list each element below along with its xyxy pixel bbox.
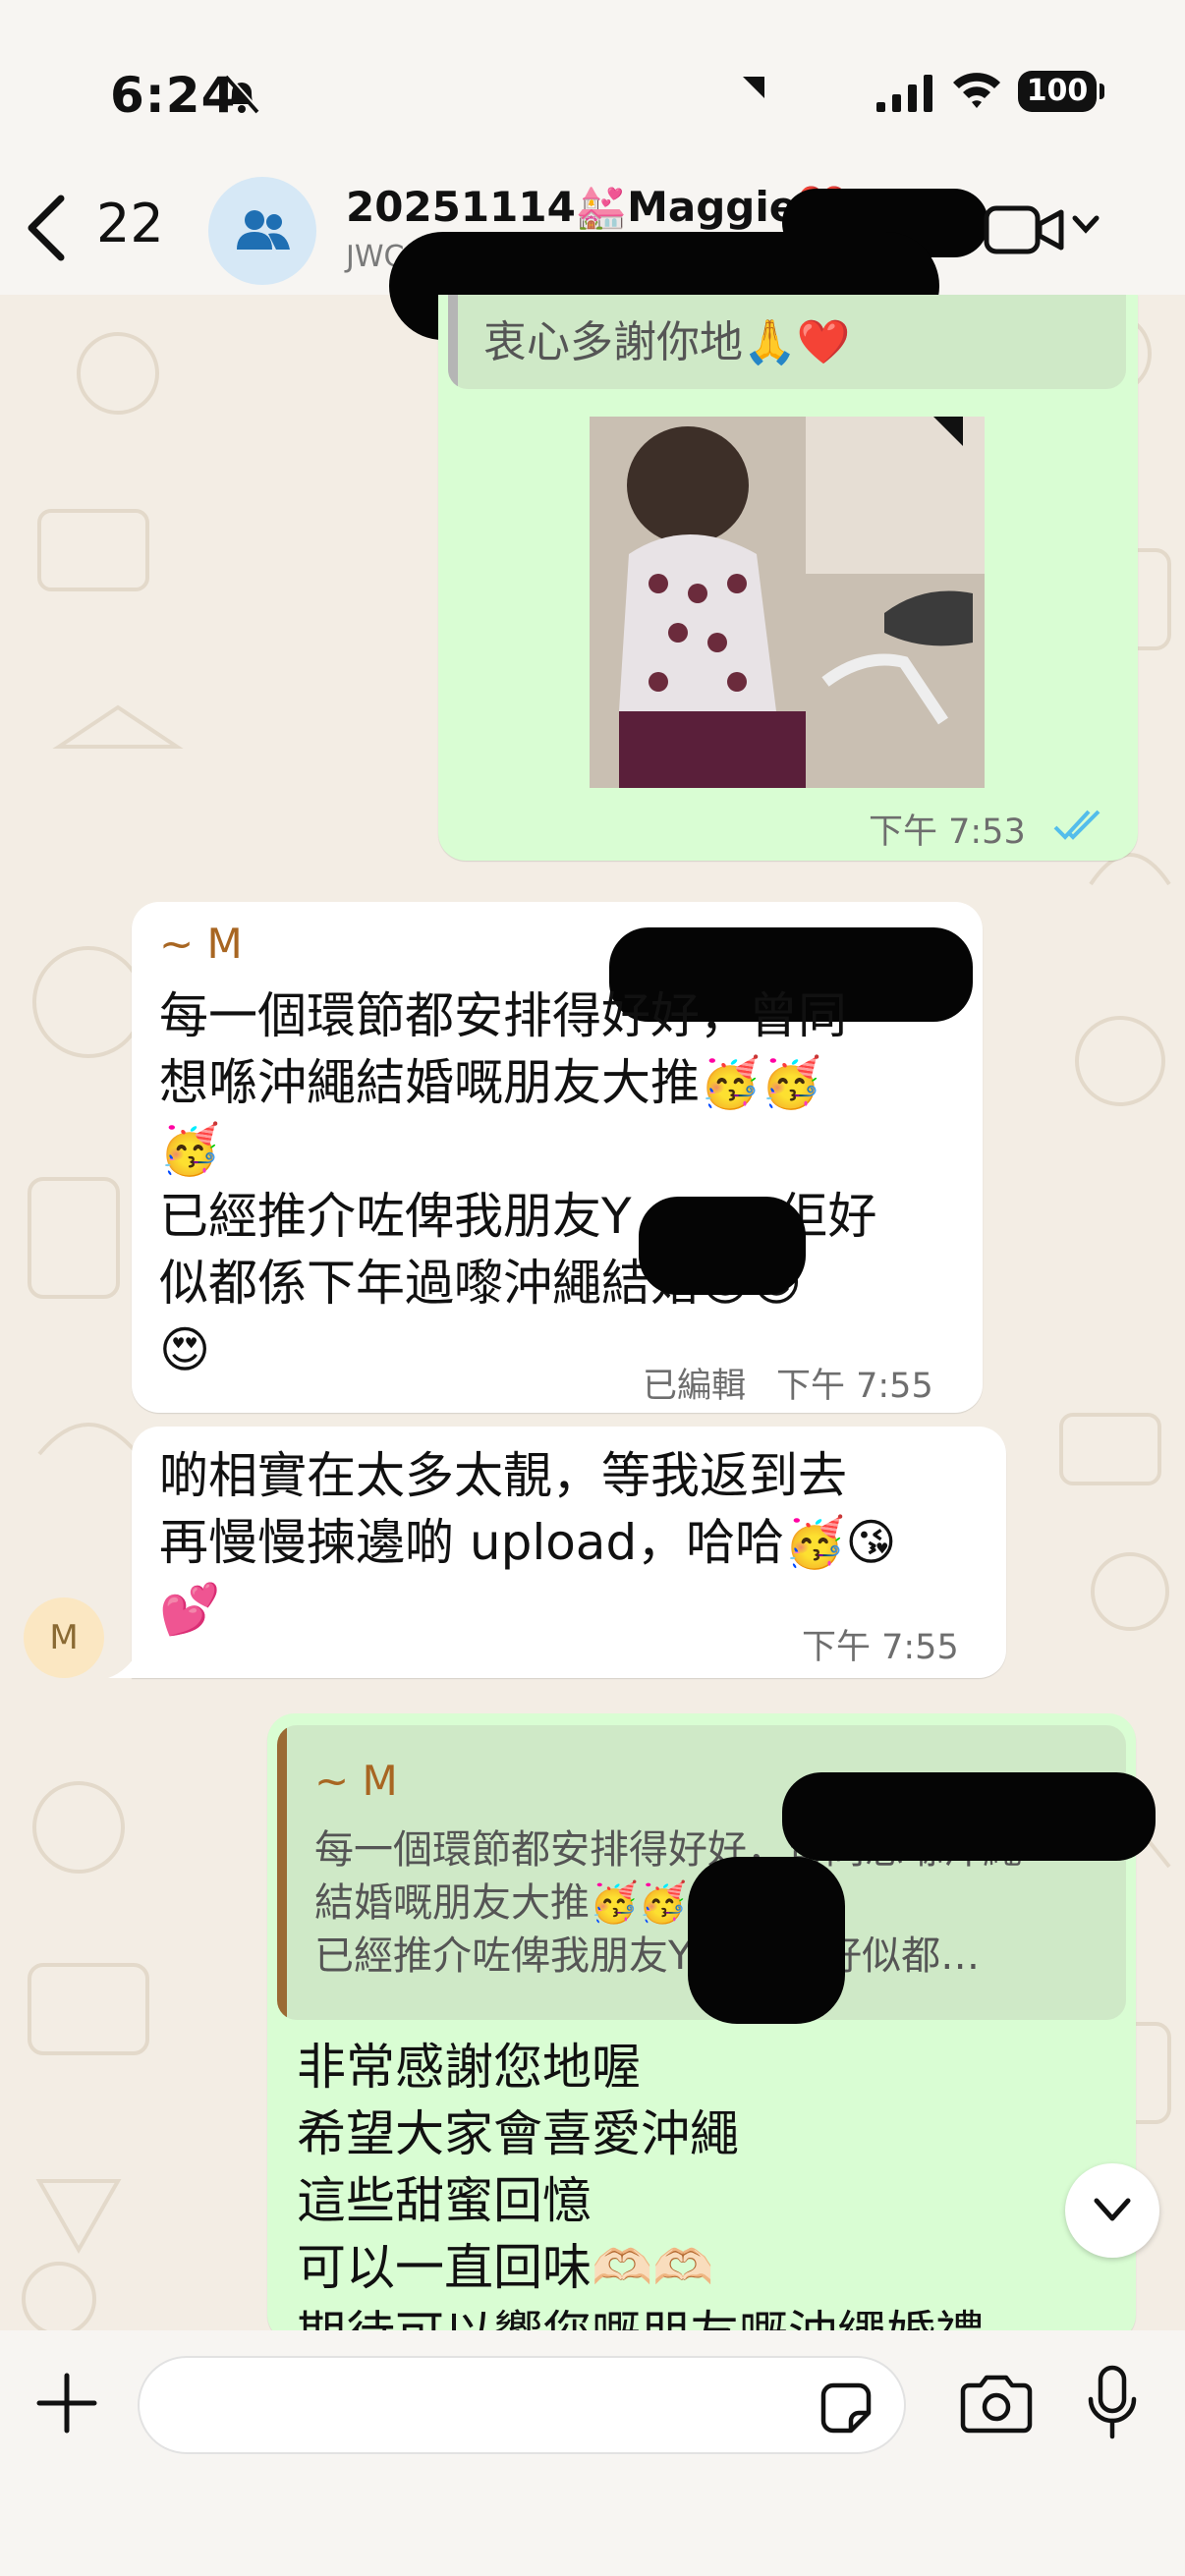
- unread-count[interactable]: 22: [96, 193, 164, 254]
- chevron-left-icon[interactable]: [22, 193, 71, 263]
- cellular-signal-icon: [876, 75, 932, 112]
- quoted-text: 衷心多謝你地🙏❤️: [483, 317, 851, 367]
- camera-icon[interactable]: [959, 2374, 1034, 2435]
- group-icon: [237, 210, 290, 250]
- chat-title[interactable]: 20251114💒Maggie❤️: [346, 183, 849, 232]
- bubble-tail: [108, 1652, 138, 1678]
- message-time: 下午 7:53: [869, 812, 1026, 852]
- message-line: 這些甜蜜回憶: [297, 2172, 592, 2229]
- message-input[interactable]: [138, 2356, 906, 2454]
- chevron-down-icon[interactable]: [1071, 214, 1100, 236]
- photo-image: [590, 417, 985, 788]
- status-time: 6:24: [110, 67, 237, 124]
- message-line: 再慢慢揀邊啲 upload，哈哈🥳😘: [159, 1514, 897, 1571]
- camera-indicator-icon: [743, 77, 764, 98]
- video-call-icon[interactable]: [983, 202, 1065, 257]
- quoted-line: 已經推介咗俾我朋友Y 佢好似都…: [314, 1933, 981, 1979]
- sender-avatar[interactable]: M: [24, 1597, 104, 1678]
- quoted-message[interactable]: 衷心多謝你地🙏❤️: [448, 295, 1126, 389]
- message-line: 非常感謝您地喔: [297, 2039, 641, 2096]
- message-time: 下午 7:55: [802, 1628, 959, 1667]
- silent-mode-icon: [224, 74, 260, 114]
- plus-icon[interactable]: [35, 2372, 98, 2435]
- redaction: [782, 1772, 1156, 1861]
- quoted-sender: ~ M: [314, 1757, 398, 1805]
- chevron-down-icon: [1094, 2198, 1131, 2221]
- message-line: 可以一直回味🫶🏻🫶🏻: [297, 2239, 714, 2296]
- message-line: 每一個環節都安排得好好，曾同: [159, 987, 847, 1044]
- quoted-line: 結婚嘅朋友大推🥳🥳🥳: [314, 1880, 737, 1926]
- redaction: [639, 1197, 806, 1295]
- microphone-icon[interactable]: [1085, 2364, 1140, 2442]
- battery-indicator: 100: [1018, 71, 1104, 112]
- message-line: 啲相實在太多太靚，等我返到去: [159, 1447, 847, 1504]
- sticker-icon[interactable]: [818, 2380, 875, 2436]
- message-line: 想喺沖繩結婚嘅朋友大推🥳🥳: [159, 1054, 822, 1111]
- wifi-icon: [953, 73, 1000, 108]
- sender-name: ~ M: [159, 920, 243, 968]
- message-line: 🥳: [159, 1121, 221, 1178]
- message-line: 💕: [159, 1581, 221, 1638]
- message-time: 下午 7:55: [776, 1367, 933, 1406]
- read-receipt-icon: [1053, 810, 1100, 840]
- edited-label: 已編輯: [643, 1367, 747, 1406]
- photo-attachment[interactable]: [590, 417, 985, 788]
- redaction: [688, 1857, 845, 2024]
- scroll-to-bottom-button[interactable]: [1065, 2163, 1159, 2258]
- group-avatar[interactable]: [208, 177, 316, 285]
- message-line: 😍: [159, 1321, 211, 1378]
- message-line: 希望大家會喜愛沖繩: [297, 2105, 739, 2162]
